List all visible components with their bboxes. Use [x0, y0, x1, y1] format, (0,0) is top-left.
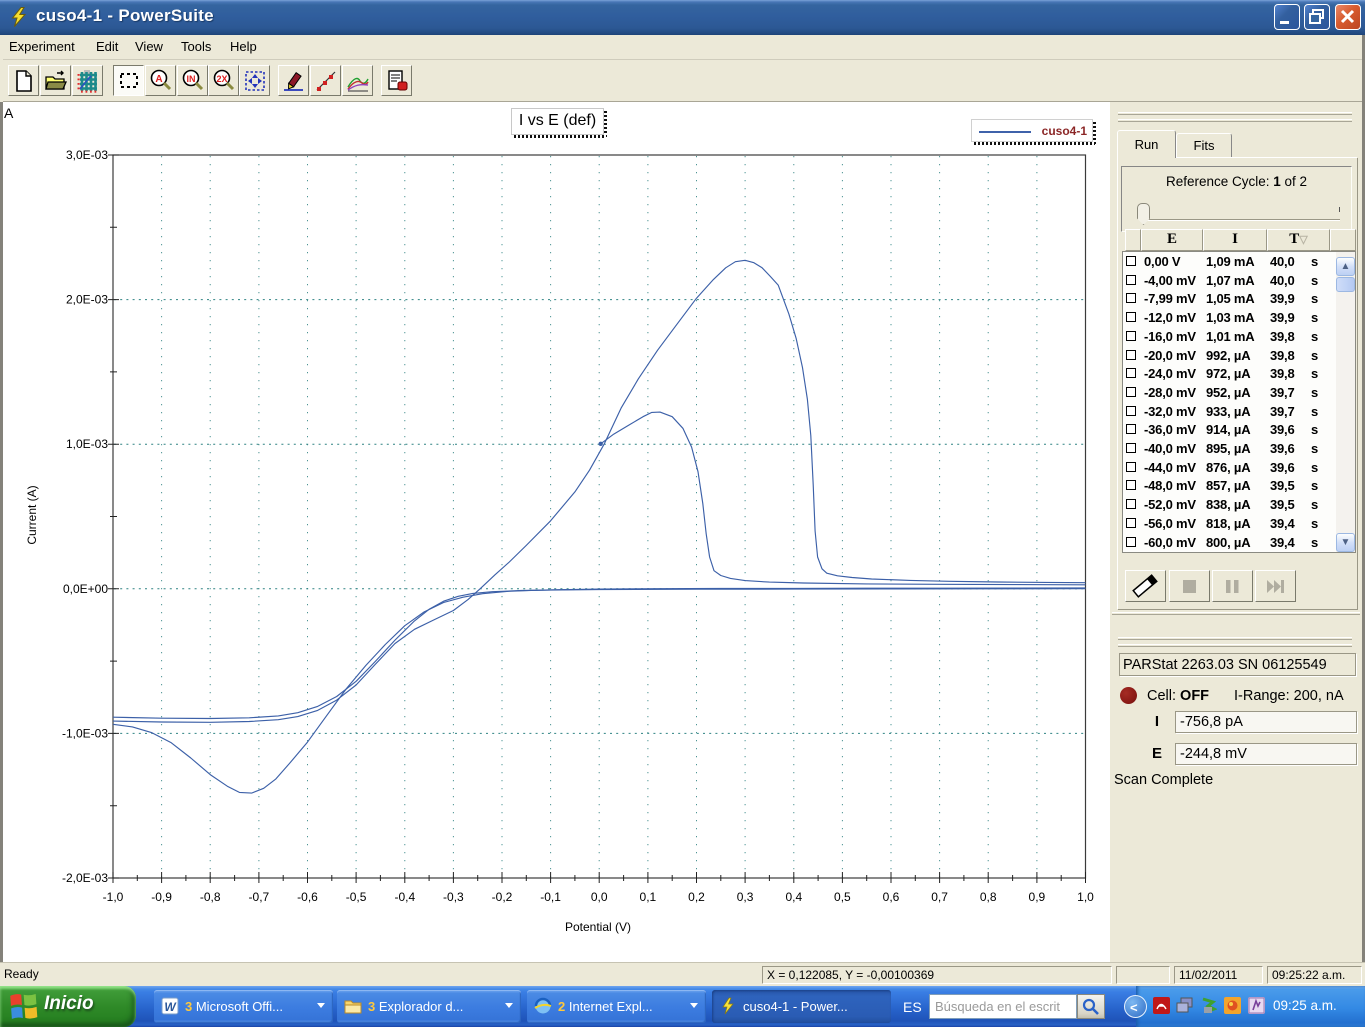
svg-text:0,5: 0,5	[834, 890, 851, 904]
svg-text:0,0: 0,0	[591, 890, 608, 904]
svg-text:1,0: 1,0	[1077, 890, 1094, 904]
svg-text:A: A	[155, 74, 162, 85]
svg-text:0,6: 0,6	[883, 890, 900, 904]
svg-text:0,3: 0,3	[737, 890, 754, 904]
svg-text:-1,0E-03: -1,0E-03	[62, 726, 108, 740]
svg-text:-0,9: -0,9	[151, 890, 172, 904]
svg-text:1,0E-03: 1,0E-03	[66, 437, 108, 451]
svg-text:2,0E-03: 2,0E-03	[66, 293, 108, 307]
svg-text:0,9: 0,9	[1029, 890, 1046, 904]
svg-text:-0,5: -0,5	[346, 890, 367, 904]
svg-text:-0,8: -0,8	[200, 890, 221, 904]
svg-text:-0,4: -0,4	[394, 890, 415, 904]
svg-text:0,7: 0,7	[931, 890, 948, 904]
svg-text:-2,0E-03: -2,0E-03	[62, 871, 108, 885]
svg-text:Potential (V): Potential (V)	[565, 920, 631, 934]
svg-text:-1,0: -1,0	[103, 890, 124, 904]
svg-text:0,1: 0,1	[640, 890, 657, 904]
svg-text:0,8: 0,8	[980, 890, 997, 904]
svg-text:IN: IN	[187, 74, 196, 84]
svg-text:Current (A): Current (A)	[25, 485, 39, 544]
svg-text:-0,3: -0,3	[443, 890, 464, 904]
svg-text:-0,6: -0,6	[297, 890, 318, 904]
svg-text:3,0E-03: 3,0E-03	[66, 148, 108, 162]
svg-text:2X: 2X	[216, 74, 227, 84]
svg-text:W: W	[164, 1000, 177, 1014]
svg-text:0,0E+00: 0,0E+00	[63, 582, 108, 596]
svg-text:-0,1: -0,1	[540, 890, 561, 904]
svg-text:0,4: 0,4	[785, 890, 802, 904]
svg-text:-0,2: -0,2	[492, 890, 513, 904]
svg-text:-0,7: -0,7	[249, 890, 270, 904]
svg-text:0,2: 0,2	[688, 890, 705, 904]
